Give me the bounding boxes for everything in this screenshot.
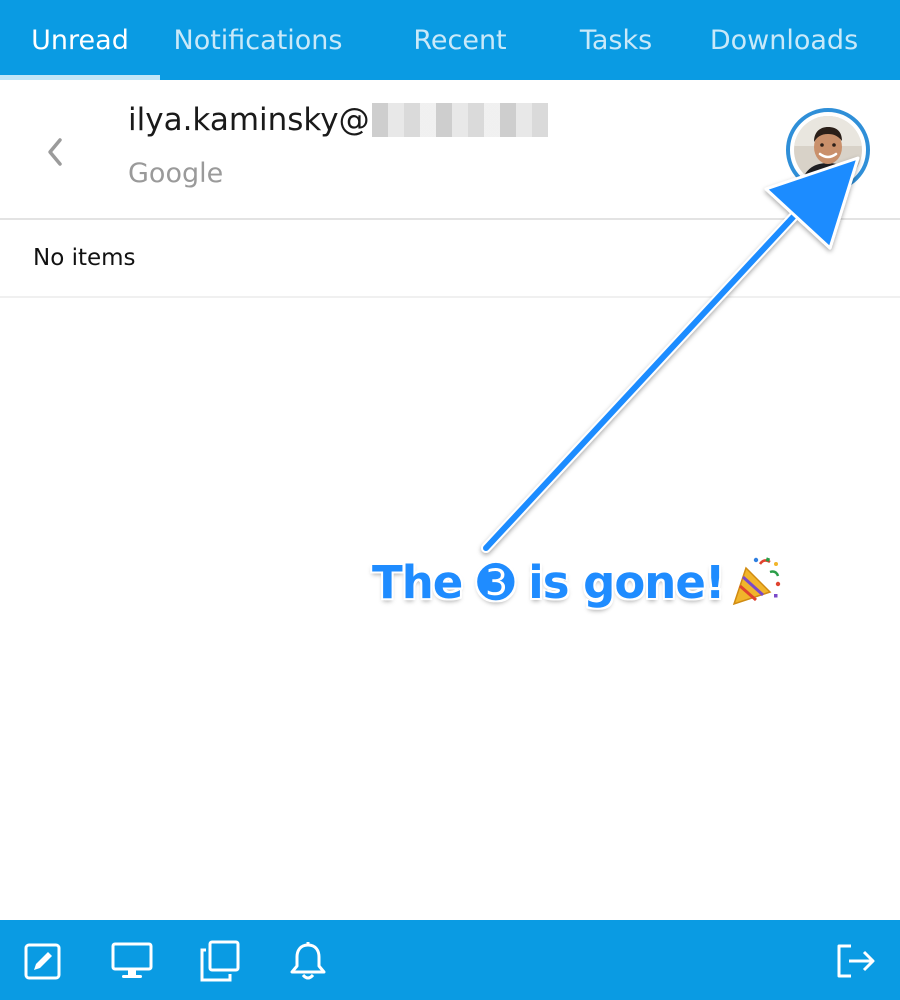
account-email: ilya.kaminsky@ xyxy=(128,102,548,138)
redacted-domain xyxy=(371,103,548,137)
empty-list-message: No items xyxy=(33,245,136,271)
avatar-photo xyxy=(794,116,862,184)
app-window: Unread Notifications Recent Tasks Downlo… xyxy=(0,0,900,1000)
bottom-toolbar xyxy=(0,920,900,1000)
list-empty-row: No items xyxy=(0,220,900,298)
compose-icon[interactable] xyxy=(22,940,64,982)
account-email-text: ilya.kaminsky@ xyxy=(128,102,370,138)
chevron-left-icon[interactable] xyxy=(40,132,72,172)
tab-recent[interactable]: Recent xyxy=(356,0,564,80)
user-avatar[interactable] xyxy=(786,108,870,192)
sign-out-icon[interactable] xyxy=(833,940,875,982)
tab-bar: Unread Notifications Recent Tasks Downlo… xyxy=(0,0,900,80)
party-popper-icon xyxy=(730,554,784,608)
copy-windows-icon[interactable] xyxy=(198,940,240,982)
desktop-icon[interactable] xyxy=(110,940,153,982)
annotation-text: The ➌ is gone! xyxy=(372,556,725,609)
bell-icon[interactable] xyxy=(287,940,329,982)
account-header: ilya.kaminsky@ Google xyxy=(0,80,900,220)
tab-tasks[interactable]: Tasks xyxy=(564,0,668,80)
tab-unread[interactable]: Unread xyxy=(0,0,160,80)
tab-notifications[interactable]: Notifications xyxy=(160,0,356,80)
tab-downloads[interactable]: Downloads xyxy=(668,0,900,80)
account-provider: Google xyxy=(128,158,224,189)
